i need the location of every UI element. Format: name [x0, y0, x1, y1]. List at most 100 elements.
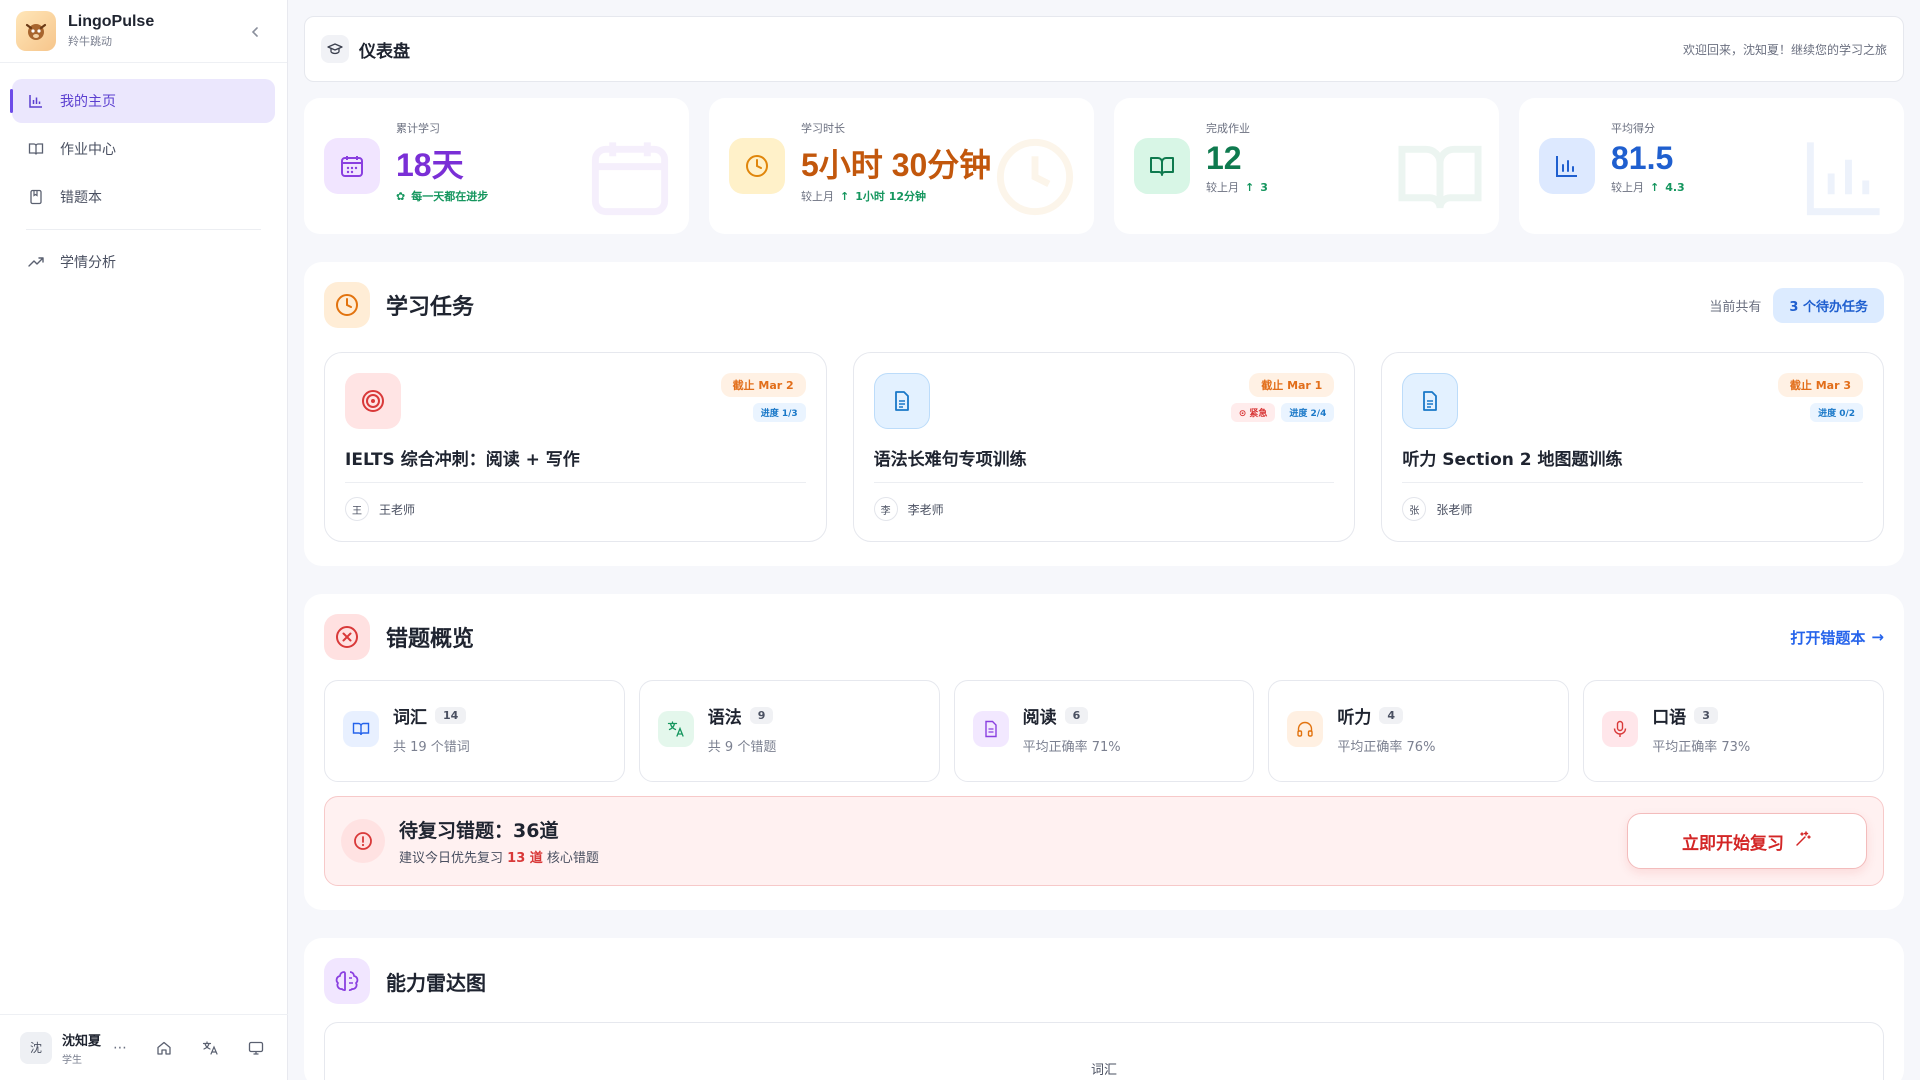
- stat-card-avg-score[interactable]: 平均得分 81.5 较上月 ↑ 4.3: [1519, 98, 1904, 234]
- task-badges: 截止 Mar 3 进度 0/2: [1777, 373, 1864, 422]
- review-title: 待复习错题：36道: [399, 820, 559, 842]
- radar-axis-label: 词汇: [1090, 1063, 1118, 1078]
- deadline-badge: 截止 Mar 3: [1777, 373, 1864, 397]
- nav-item-homework[interactable]: 作业中心: [12, 127, 275, 171]
- stat-card-homework-done[interactable]: 完成作业 12 较上月 ↑ 3: [1114, 98, 1499, 234]
- tasks-header: 学习任务 当前共有 3 个待办任务: [324, 282, 1884, 328]
- translate-icon[interactable]: [198, 1036, 222, 1060]
- monitor-icon[interactable]: [244, 1036, 268, 1060]
- headphones-icon: [1287, 711, 1324, 747]
- task-badges: 截止 Mar 2 进度 1/3: [720, 373, 806, 422]
- open-notebook-link[interactable]: 打开错题本 →: [1790, 627, 1884, 648]
- user-role: 学生: [62, 1054, 82, 1066]
- calendar-watermark-icon: [585, 132, 675, 226]
- book-icon: [343, 711, 379, 747]
- more-icon[interactable]: ⋯: [113, 1040, 127, 1056]
- clock-icon: [729, 138, 785, 194]
- clock-icon: [324, 282, 370, 328]
- nav-item-home[interactable]: 我的主页: [10, 79, 275, 123]
- pending-tasks-badge[interactable]: 3 个待办任务: [1773, 287, 1884, 323]
- sidebar: LingoPulse 羚牛跳动 我的主页 作业中心 错题本 学情分析 沈 沈知夏: [0, 0, 288, 1080]
- brand-subtitle: 羚牛跳动: [68, 35, 112, 48]
- category-name: 词汇: [393, 708, 427, 728]
- divider: [345, 482, 806, 483]
- book-open-icon: [26, 139, 46, 159]
- stat-sub-prefix: 较上月: [1206, 181, 1239, 194]
- review-banner: 待复习错题：36道 建议今日优先复习 13 道 核心错题 立即开始复习: [324, 796, 1884, 886]
- category-card-vocabulary[interactable]: 词汇 14 共 19 个错词: [324, 680, 625, 782]
- brand-header: LingoPulse 羚牛跳动: [0, 0, 287, 63]
- book-open-icon: [1134, 138, 1190, 194]
- stat-card-study-days[interactable]: 累计学习 18天 ✿ 每一天都在进步: [304, 98, 689, 234]
- start-review-button[interactable]: 立即开始复习: [1627, 813, 1867, 869]
- stat-sub-prefix: 较上月: [801, 190, 834, 203]
- arrow-right-icon: →: [1871, 628, 1884, 646]
- topbar: 仪表盘 欢迎回来，沈知夏！继续您的学习之旅: [304, 16, 1904, 82]
- nav-label: 作业中心: [60, 142, 116, 158]
- category-count: 6: [1064, 707, 1089, 724]
- avatar[interactable]: 沈: [20, 1031, 52, 1064]
- stat-value: 18天: [396, 147, 464, 183]
- user-footer: 沈 沈知夏 学生 ⋯: [0, 1014, 288, 1080]
- graduation-cap-icon: [321, 35, 349, 63]
- bar-chart-icon: [1539, 138, 1595, 194]
- avatar: 张: [1402, 497, 1427, 521]
- nav-label: 我的主页: [60, 94, 116, 110]
- task-title: 听力 Section 2 地图题训练: [1402, 450, 1623, 470]
- nav-label: 错题本: [60, 190, 102, 206]
- deadline-badge: 截止 Mar 1: [1249, 373, 1335, 397]
- home-icon[interactable]: [152, 1036, 176, 1060]
- open-notebook-label[interactable]: 打开错题本 →: [1790, 627, 1884, 648]
- footer-actions: [152, 1036, 268, 1060]
- category-desc: 平均正确率 71%: [1022, 740, 1121, 755]
- radar-chart-area: 词汇: [324, 1022, 1884, 1080]
- nav-item-analytics[interactable]: 学情分析: [12, 240, 275, 284]
- stat-value: 5小时 30分钟: [801, 147, 992, 183]
- chevron-left-icon: [251, 27, 258, 37]
- stat-sub: ✿ 每一天都在进步: [396, 188, 488, 204]
- bar-chart-icon: [26, 91, 46, 111]
- category-card-speaking[interactable]: 口语 3 平均正确率 73%: [1583, 680, 1884, 782]
- avatar: 王: [345, 497, 369, 521]
- category-card-reading[interactable]: 阅读 6 平均正确率 71%: [953, 680, 1255, 782]
- task-title: IELTS 综合冲刺：阅读 + 写作: [345, 450, 580, 470]
- stat-label: 累计学习: [396, 122, 440, 135]
- stat-value: 12: [1206, 140, 1242, 176]
- sparkle-wand-icon: [1794, 830, 1812, 853]
- document-icon: [873, 373, 930, 429]
- stat-label: 平均得分: [1611, 122, 1655, 135]
- task-card[interactable]: 截止 Mar 1 ⊙ 紧急 进度 2/4 语法长难句专项训练 李 李老师: [852, 352, 1356, 542]
- brand-logo: [16, 11, 56, 51]
- calendar-icon: [324, 138, 380, 194]
- stat-sub-text: 1小时 12分钟: [855, 190, 927, 203]
- task-card[interactable]: 截止 Mar 3 进度 0/2 听力 Section 2 地图题训练 张 张老师: [1381, 352, 1885, 542]
- review-desc: 建议今日优先复习 13 道 核心错题: [399, 851, 599, 866]
- progress-badge: 进度 2/4: [1281, 403, 1335, 422]
- alert-circle-icon: [341, 819, 385, 863]
- mic-icon: [1602, 711, 1639, 747]
- translate-icon: [657, 711, 694, 747]
- clock-watermark-icon: [990, 132, 1080, 226]
- category-card-grammar[interactable]: 语法 9 共 9 个错题: [638, 680, 940, 782]
- category-count: 9: [749, 707, 774, 724]
- avatar: 李: [873, 497, 898, 521]
- mistakes-header: 错题概览 打开错题本 →: [324, 614, 1884, 660]
- category-desc: 平均正确率 73%: [1652, 740, 1751, 755]
- document-icon: [1402, 373, 1459, 429]
- category-count: 3: [1694, 707, 1718, 724]
- mistake-categories: 词汇 14 共 19 个错词 语法 9 共 9 个错题 阅读 6 平均正确率 7…: [324, 680, 1884, 782]
- file-icon: [972, 711, 1009, 747]
- review-count: 13 道: [507, 851, 543, 866]
- task-card[interactable]: 截止 Mar 2 进度 1/3 IELTS 综合冲刺：阅读 + 写作 王 王老师: [324, 352, 827, 542]
- stat-sub: 较上月 ↑ 3: [1206, 179, 1268, 195]
- stat-card-study-time[interactable]: 学习时长 5小时 30分钟 较上月 ↑ 1小时 12分钟: [709, 98, 1094, 234]
- stat-value: 81.5: [1611, 140, 1674, 176]
- stat-label: 完成作业: [1206, 122, 1250, 135]
- task-title: 语法长难句专项训练: [873, 450, 1027, 470]
- collapse-sidebar-button[interactable]: [245, 22, 265, 42]
- task-badges: 截止 Mar 1 ⊙ 紧急 进度 2/4: [1230, 373, 1335, 422]
- nav-item-mistakes[interactable]: 错题本: [12, 175, 275, 219]
- category-card-listening[interactable]: 听力 4 平均正确率 76%: [1268, 680, 1570, 782]
- arrow-up-icon: ↑: [1650, 180, 1660, 194]
- deadline-badge: 截止 Mar 2: [720, 373, 806, 397]
